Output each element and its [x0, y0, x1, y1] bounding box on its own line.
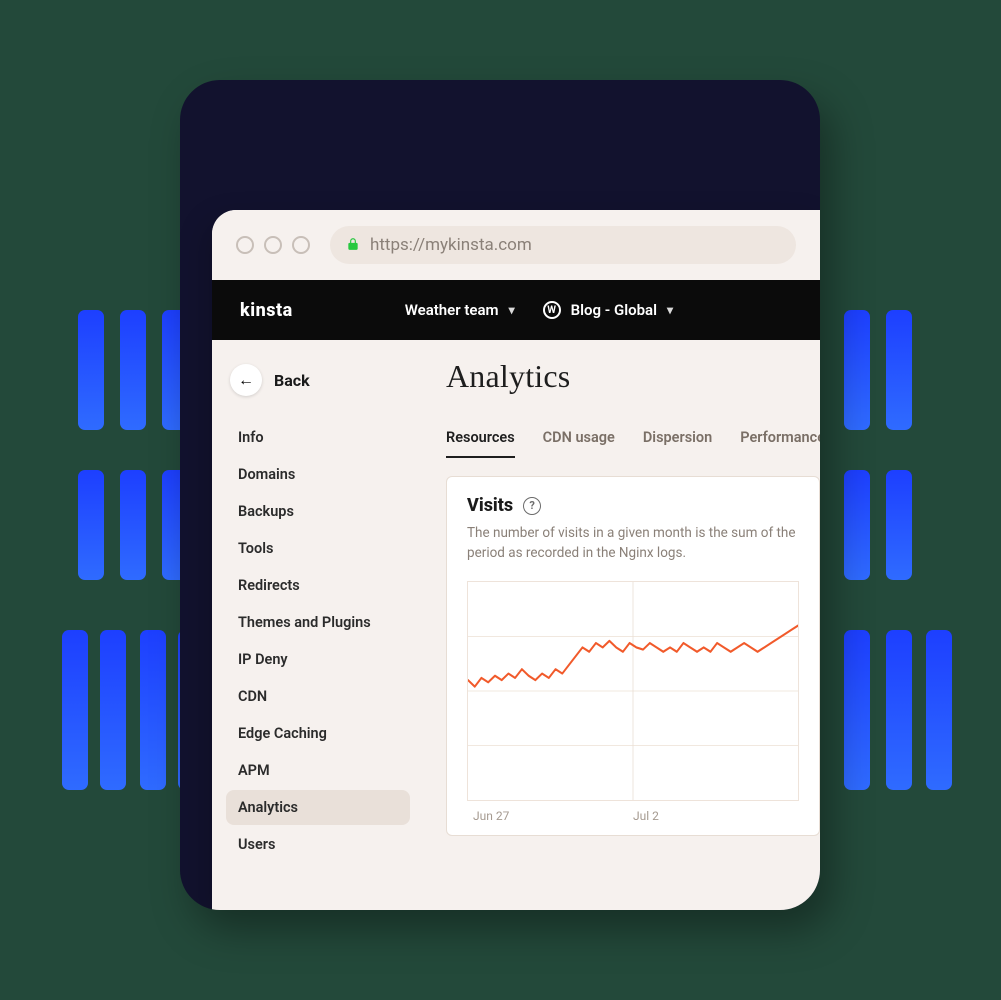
sidebar-item-cdn[interactable]: CDN — [226, 679, 410, 714]
chart-x-labels: Jun 27 Jul 2 — [467, 809, 799, 823]
brand-logo[interactable]: kinsta — [240, 300, 293, 321]
back-button[interactable]: ← — [230, 364, 262, 396]
sidebar-item-domains[interactable]: Domains — [226, 457, 410, 492]
sidebar-item-redirects[interactable]: Redirects — [226, 568, 410, 603]
sidebar-item-apm[interactable]: APM — [226, 753, 410, 788]
sidebar-item-themes-plugins[interactable]: Themes and Plugins — [226, 605, 410, 640]
url-text: https://mykinsta.com — [370, 235, 532, 255]
visits-card-header: Visits ? — [467, 495, 799, 516]
browser-chrome: https://mykinsta.com — [212, 210, 820, 280]
visits-description: The number of visits in a given month is… — [467, 524, 799, 563]
sidebar: ← Back Info Domains Backups Tools Redire… — [212, 340, 422, 910]
traffic-light[interactable] — [264, 236, 282, 254]
tab-dispersion[interactable]: Dispersion — [643, 423, 712, 458]
lock-icon — [346, 236, 360, 255]
back-row: ← Back — [226, 364, 410, 396]
team-dropdown[interactable]: Weather team ▾ — [405, 301, 515, 319]
traffic-lights — [236, 236, 310, 254]
sidebar-item-tools[interactable]: Tools — [226, 531, 410, 566]
arrow-left-icon: ← — [238, 370, 254, 390]
site-label: Blog - Global — [571, 301, 657, 319]
help-icon[interactable]: ? — [523, 497, 541, 515]
tab-resources[interactable]: Resources — [446, 423, 515, 458]
content-area: ← Back Info Domains Backups Tools Redire… — [212, 340, 820, 910]
url-bar[interactable]: https://mykinsta.com — [330, 226, 796, 264]
visits-chart — [467, 581, 799, 801]
tablet-frame: https://mykinsta.com kinsta Weather team… — [180, 80, 820, 910]
team-label: Weather team — [405, 301, 499, 319]
sidebar-item-users[interactable]: Users — [226, 827, 410, 862]
app-top-bar: kinsta Weather team ▾ W Blog - Global ▾ — [212, 280, 820, 340]
sidebar-item-ip-deny[interactable]: IP Deny — [226, 642, 410, 677]
main-panel: Analytics Resources CDN usage Dispersion… — [422, 340, 820, 910]
chevron-down-icon: ▾ — [667, 303, 673, 317]
x-label: Jun 27 — [467, 809, 633, 823]
sidebar-item-backups[interactable]: Backups — [226, 494, 410, 529]
tab-performance[interactable]: Performance — [740, 423, 820, 458]
visits-card: Visits ? The number of visits in a given… — [446, 476, 820, 836]
page-title: Analytics — [446, 358, 820, 395]
visits-title: Visits — [467, 495, 513, 516]
traffic-light[interactable] — [236, 236, 254, 254]
traffic-light[interactable] — [292, 236, 310, 254]
chevron-down-icon: ▾ — [509, 303, 515, 317]
sidebar-item-info[interactable]: Info — [226, 420, 410, 455]
sidebar-item-edge-caching[interactable]: Edge Caching — [226, 716, 410, 751]
sidebar-nav: Info Domains Backups Tools Redirects The… — [226, 420, 410, 862]
site-dropdown[interactable]: W Blog - Global ▾ — [543, 301, 673, 319]
sidebar-item-analytics[interactable]: Analytics — [226, 790, 410, 825]
tab-bar: Resources CDN usage Dispersion Performan… — [446, 423, 820, 458]
tab-cdn-usage[interactable]: CDN usage — [543, 423, 615, 458]
wordpress-icon: W — [543, 301, 561, 319]
browser-window: https://mykinsta.com kinsta Weather team… — [212, 210, 820, 910]
back-label: Back — [274, 371, 310, 390]
x-label: Jul 2 — [633, 809, 659, 823]
